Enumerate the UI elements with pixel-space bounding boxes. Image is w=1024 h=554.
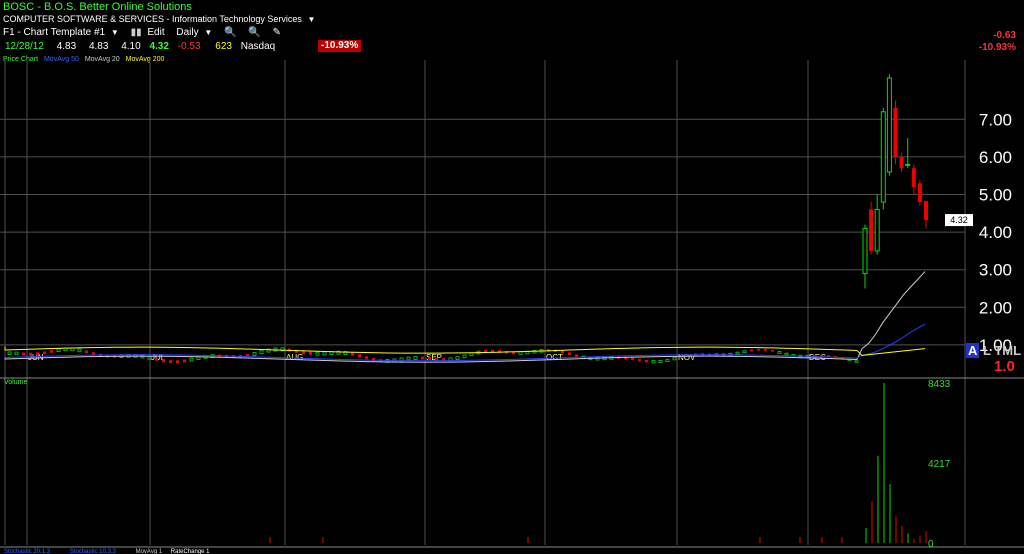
candle-up: [413, 356, 418, 360]
scale-mode-labels[interactable]: L TML: [983, 343, 1021, 358]
candle-down: [85, 350, 88, 354]
candle-up: [854, 360, 859, 363]
candle-down: [750, 349, 753, 352]
recent-candles: [862, 74, 928, 289]
ma-line-movavg-200: [4, 346, 926, 356]
candle-up: [735, 351, 740, 355]
candle-up: [905, 163, 911, 166]
candle-up: [315, 351, 320, 356]
volume-bars: [269, 383, 927, 543]
candle-up: [322, 351, 327, 356]
candle-down: [917, 183, 922, 203]
candle-up: [665, 358, 670, 362]
candle-up: [742, 350, 747, 354]
candle-down: [155, 357, 158, 361]
candle-down: [899, 156, 904, 169]
price-axis-labels: 1.002.003.004.005.006.007.00: [979, 110, 1012, 355]
candle-down: [568, 352, 571, 355]
volume-pane-title: Volume: [4, 379, 28, 386]
candle-up: [862, 227, 868, 274]
last-price-label: 4.32: [950, 215, 968, 225]
candle-up: [455, 356, 460, 360]
candle-down: [36, 352, 39, 356]
price-tick-label: 5.00: [979, 186, 1012, 205]
candle-up: [777, 351, 782, 354]
price-volume-chart[interactable]: 1.002.003.004.005.006.007.00 JUN JUL AUG SE…: [0, 0, 1024, 554]
candle-down: [22, 352, 25, 356]
auto-scale-button[interactable]: A: [966, 343, 980, 358]
candle-down: [911, 168, 916, 187]
side-panel-controls: A L TML: [966, 343, 1021, 358]
candle-up: [469, 352, 474, 357]
candle-down: [924, 200, 928, 221]
volume-tick-label: 8433: [928, 379, 951, 390]
candle-up: [252, 352, 257, 356]
candle-down: [50, 350, 53, 353]
bottom-indicator-label: Stochastic 20,1,3: [4, 549, 51, 554]
chart-grid: [0, 60, 1024, 548]
candle-down: [358, 354, 361, 358]
candle-down: [176, 360, 179, 364]
price-tick-label: 6.00: [979, 148, 1012, 167]
bottom-indicator-strip: Stochastic 20,1,3 Stochastic 10,3,3 MovAvg…: [4, 549, 210, 554]
bottom-indicator-label: MovAvg 1: [136, 549, 163, 554]
candle-down: [365, 356, 368, 360]
candle-down: [169, 360, 172, 364]
candle-up: [56, 348, 61, 352]
candle-down: [757, 348, 760, 351]
candle-down: [43, 351, 46, 355]
candle-down: [645, 359, 648, 363]
volume-tick-label: 0: [928, 539, 934, 550]
candle-down: [162, 359, 165, 363]
candle-up: [77, 348, 82, 353]
candle-down: [631, 357, 634, 361]
candle-up: [462, 354, 467, 359]
candle-up: [259, 350, 264, 355]
bottom-indicator-label: RateChange 1: [171, 549, 210, 554]
candle-down: [820, 354, 823, 357]
candle-up: [886, 77, 892, 173]
volume-axis-labels: 0 4217 8433: [928, 379, 951, 550]
last-price-marker: 4.32: [945, 214, 973, 227]
candle-down: [575, 354, 578, 357]
candle-up: [651, 360, 656, 364]
candle-up: [874, 209, 880, 252]
price-tick-label: 3.00: [979, 261, 1012, 280]
candle-up: [7, 351, 12, 355]
candle-down: [771, 349, 774, 352]
candle-up: [658, 359, 663, 364]
price-tick-label: 7.00: [979, 110, 1012, 129]
candle-down: [428, 357, 431, 361]
candle-down: [309, 351, 312, 355]
candle-up: [880, 111, 886, 203]
candle-down: [869, 209, 874, 251]
candle-down: [893, 108, 898, 157]
candle-down: [351, 352, 354, 356]
volume-tick-label: 4217: [928, 459, 951, 470]
price-tick-label: 4.00: [979, 223, 1012, 242]
candle-down: [561, 350, 564, 354]
candle-down: [764, 348, 767, 351]
candle-up: [672, 357, 677, 361]
candle-up: [784, 352, 789, 356]
price-tick-label: 2.00: [979, 298, 1012, 317]
candle-down: [29, 352, 32, 356]
candle-up: [189, 357, 194, 362]
candle-up: [406, 356, 411, 361]
candle-down: [421, 356, 424, 360]
candle-down: [638, 358, 641, 362]
candle-down: [183, 359, 186, 363]
candle-up: [14, 351, 19, 356]
candle-down: [827, 355, 830, 357]
bottom-indicator-label: Stochastic 10,3,3: [70, 549, 117, 554]
scale-factor: 1.0: [994, 358, 1015, 375]
moving-average-lines: [4, 271, 926, 363]
